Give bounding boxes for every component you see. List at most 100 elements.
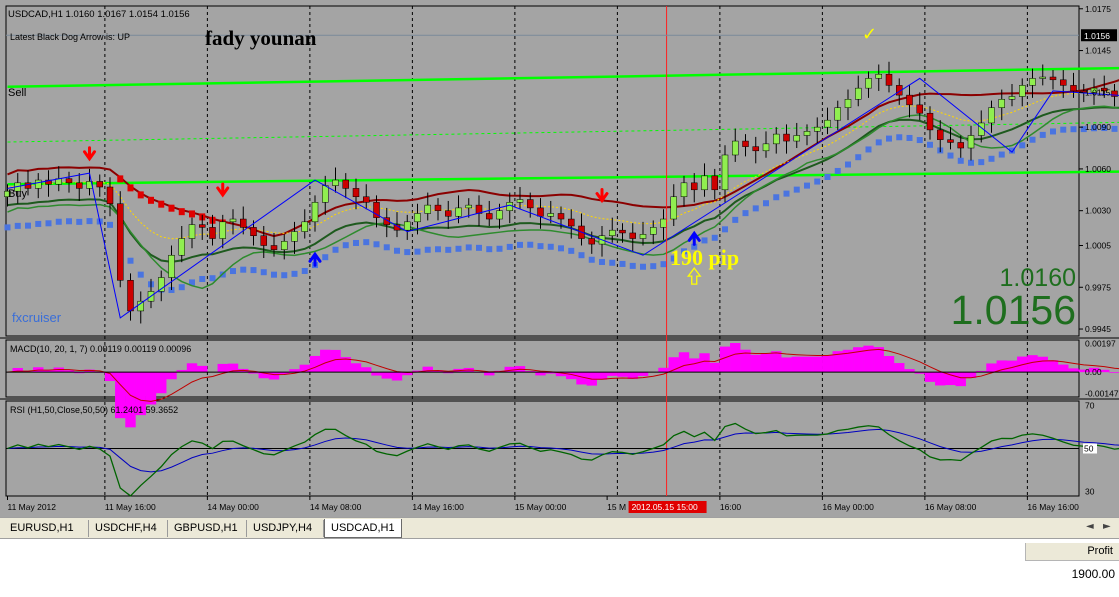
tab-scroll-left-icon[interactable]: ◄ — [1086, 521, 1094, 532]
candle-body — [1049, 76, 1057, 81]
band-dot — [619, 260, 626, 267]
macd-histogram-bar — [217, 363, 228, 373]
band-dot — [804, 182, 810, 189]
chart-window[interactable]: 1.0175 1.0145 1.0115 1.0090 1.0060 1.0030 1.00… — [0, 0, 1119, 597]
sell-label: Sell — [8, 87, 26, 99]
candle-body — [906, 94, 913, 106]
time-tick-label: 14 May 16:00 — [412, 502, 464, 512]
ohlc-header: USDCAD,H1 1.0160 1.0167 1.0154 1.0156 — [8, 9, 190, 20]
candle-body — [168, 254, 175, 278]
band-dot — [927, 141, 933, 148]
band-dot — [783, 190, 790, 197]
candle-body — [281, 241, 288, 250]
candle-body — [691, 182, 698, 191]
candle-body — [721, 154, 729, 191]
candle-body — [496, 210, 503, 220]
band-dot — [845, 161, 851, 168]
band-dot — [906, 134, 913, 141]
candle-body — [537, 207, 544, 217]
band-dot — [209, 275, 216, 282]
band-dot — [168, 204, 175, 212]
band-dot — [1019, 142, 1026, 149]
price-tick-label: 1.0090 — [1085, 122, 1111, 132]
band-dot — [599, 258, 605, 265]
price-tick-label: 0.9945 — [1085, 324, 1111, 334]
macd-histogram-bar — [309, 355, 321, 373]
band-dot — [66, 218, 72, 225]
candle-body — [506, 202, 513, 211]
candle-body — [424, 204, 431, 214]
band-dot — [701, 237, 708, 244]
band-dot — [660, 261, 667, 268]
candle-body — [732, 140, 739, 156]
band-dot — [568, 247, 575, 254]
macd-histogram-bar — [361, 367, 372, 373]
macd-histogram-bar — [986, 363, 997, 373]
band-dot — [240, 266, 247, 273]
candle-body — [486, 213, 493, 220]
tab-eurusd[interactable]: EURUSD,H1 — [4, 520, 89, 537]
candle-body — [332, 179, 339, 186]
macd-histogram-bar — [197, 365, 208, 373]
tab-scroll-right-icon[interactable]: ► — [1103, 521, 1111, 532]
time-tick-label: 11 May 2012 — [8, 502, 57, 512]
candle-body — [783, 133, 790, 142]
tab-usdcad[interactable]: USDCAD,H1 — [324, 519, 402, 538]
macd-histogram-bar — [607, 372, 618, 376]
macd-tick-label: 0.00 — [1085, 367, 1102, 377]
candle-body — [957, 142, 964, 149]
band-dot — [178, 284, 185, 291]
candle-body — [106, 186, 114, 204]
candle-body — [219, 221, 226, 239]
candle-body — [342, 179, 349, 189]
candle-body — [96, 181, 103, 188]
band-dot — [332, 246, 339, 253]
macd-histogram-bar — [637, 372, 649, 376]
macd-tick-label: -0.00147 — [1085, 389, 1119, 399]
candle-body — [865, 78, 872, 89]
candle-body — [803, 131, 811, 136]
band-dot — [988, 155, 995, 162]
band-dot — [916, 137, 923, 144]
macd-histogram-bar — [822, 355, 833, 373]
candle-body — [209, 227, 216, 239]
tab-usdchf[interactable]: USDCHF,H4 — [89, 520, 168, 537]
macd-histogram-bar — [1058, 364, 1069, 373]
macd-histogram-bar — [924, 372, 936, 382]
candle-body — [947, 139, 954, 143]
band-dot — [1060, 126, 1067, 133]
tab-usdjpy[interactable]: USDJPY,H4 — [247, 520, 324, 537]
candle-body — [998, 99, 1005, 108]
price-tick-label: 0.9975 — [1085, 282, 1111, 292]
macd-histogram-bar — [320, 349, 331, 373]
band-dot — [86, 218, 93, 225]
candle-body — [434, 204, 442, 211]
candle-body — [875, 73, 882, 79]
candle-body — [414, 213, 421, 223]
candle-body — [650, 227, 657, 235]
macd-histogram-bar — [812, 356, 823, 373]
band-dot — [650, 263, 657, 270]
macd-histogram-bar — [760, 353, 772, 373]
price-tick-label: 1.0115 — [1085, 87, 1111, 97]
band-dot — [250, 267, 257, 274]
band-dot — [486, 246, 493, 253]
band-dot — [496, 245, 503, 252]
band-dot — [271, 271, 277, 278]
profit-column-header[interactable]: Profit — [1025, 543, 1119, 561]
indicator-status: Latest Black Dog Arrow is: UP — [10, 32, 130, 42]
candle-body — [188, 224, 196, 239]
macd-histogram-bar — [504, 366, 515, 373]
macd-histogram-bar — [791, 356, 802, 373]
macd-histogram-bar — [381, 372, 392, 379]
macd-histogram-bar — [709, 362, 720, 373]
candle-body — [701, 175, 708, 191]
band-dot — [722, 226, 728, 233]
candle-body — [1039, 76, 1046, 79]
band-dot — [886, 135, 892, 142]
band-dot — [465, 244, 472, 251]
candle-body — [199, 224, 206, 228]
tab-gbpusd[interactable]: GBPUSD,H1 — [168, 520, 247, 537]
candle-body — [127, 280, 134, 312]
candle-body — [609, 229, 616, 236]
